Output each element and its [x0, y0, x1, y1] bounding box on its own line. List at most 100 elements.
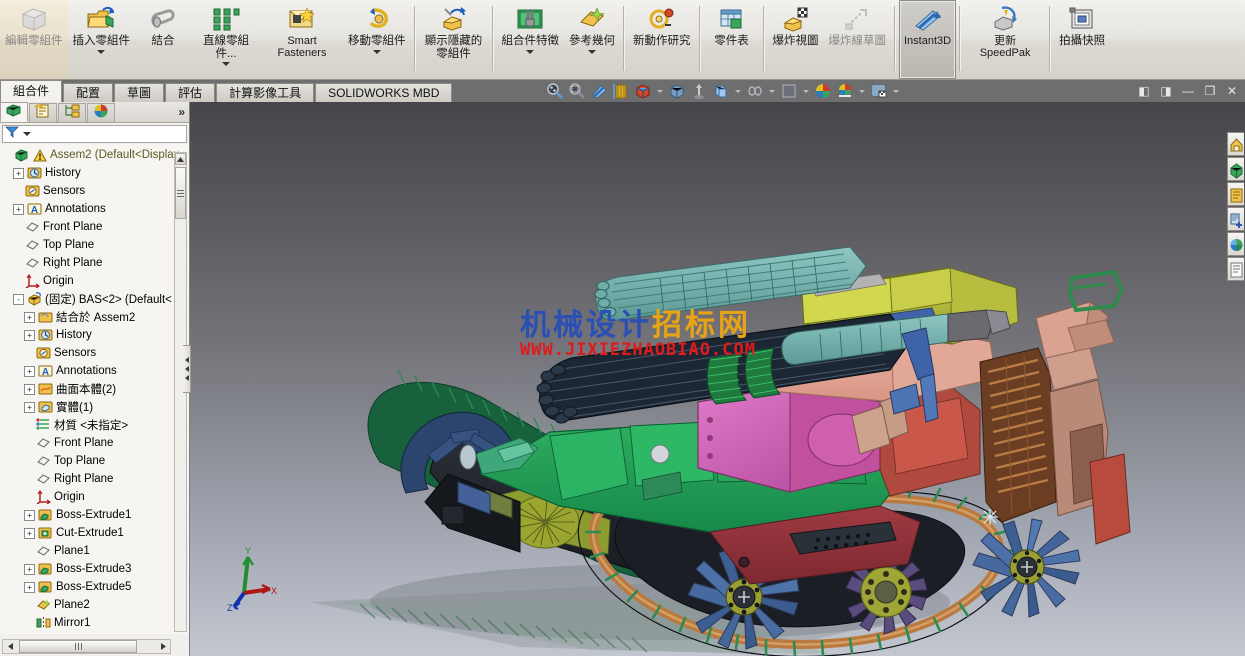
- tree-node[interactable]: Front Plane: [0, 434, 189, 452]
- tree-node[interactable]: + A Annotations: [0, 362, 189, 380]
- appearances-scenes-icon[interactable]: [1227, 232, 1244, 256]
- view-palette-icon[interactable]: [1227, 207, 1244, 231]
- tree-node[interactable]: Sensors: [0, 182, 189, 200]
- feature-tree-filter[interactable]: [2, 125, 187, 143]
- tree-node[interactable]: + 實體(1): [0, 398, 189, 416]
- expand-toggle-icon[interactable]: +: [24, 401, 35, 413]
- dropdown-caret-icon[interactable]: [588, 49, 596, 54]
- tree-node[interactable]: Plane2: [0, 596, 189, 614]
- tree-node[interactable]: + A Annotations: [0, 200, 189, 218]
- scroll-thumb[interactable]: [175, 167, 186, 219]
- dropdown-caret-icon[interactable]: [372, 49, 381, 54]
- tree-node[interactable]: Front Plane: [0, 218, 189, 236]
- tree-node[interactable]: + Boss-Extrude3: [0, 560, 189, 578]
- command-tab-2[interactable]: 草圖: [114, 83, 165, 102]
- tree-node[interactable]: - (固定) BAS<2> (Default<: [0, 290, 189, 308]
- command-tab-1[interactable]: 配置: [63, 83, 114, 102]
- scroll-left-button[interactable]: [3, 640, 17, 653]
- expand-toggle-icon[interactable]: +: [24, 527, 35, 539]
- tree-node[interactable]: 材質 <未指定>: [0, 416, 189, 434]
- solidworks-resources-icon[interactable]: [1227, 132, 1244, 156]
- restore-right-icon[interactable]: ◨: [1157, 82, 1175, 100]
- h-scroll-thumb[interactable]: [19, 640, 137, 653]
- feature-tree[interactable]: Assem2 (Default<Display + History Sensors + A…: [0, 144, 189, 634]
- tree-horizontal-scrollbar[interactable]: [2, 639, 171, 654]
- section-view-icon[interactable]: [611, 81, 631, 101]
- ribbon-button-smart-fasteners[interactable]: Smart Fasteners: [261, 0, 343, 79]
- dropdown-caret-icon[interactable]: [893, 89, 899, 93]
- tree-node[interactable]: Right Plane: [0, 254, 189, 272]
- zoom-to-area-icon[interactable]: [567, 81, 587, 101]
- graphics-viewport[interactable]: 机械设计招标网 WWW.JIXIEZHAOBIAO.COM Y X Z: [190, 102, 1245, 656]
- expand-toggle-icon[interactable]: +: [24, 329, 35, 341]
- expand-toggle-icon[interactable]: +: [24, 509, 35, 521]
- feature-manager-tab[interactable]: [0, 102, 28, 122]
- maximize-icon[interactable]: ❐: [1201, 82, 1219, 100]
- command-tab-3[interactable]: 評估: [165, 83, 216, 102]
- view-orientation-icon[interactable]: [633, 81, 653, 101]
- expand-toggle-icon[interactable]: +: [24, 383, 35, 395]
- scroll-right-button[interactable]: [156, 640, 170, 653]
- expand-toggle-icon[interactable]: +: [13, 203, 24, 215]
- tree-node[interactable]: Origin: [0, 488, 189, 506]
- tree-node[interactable]: Origin: [0, 272, 189, 290]
- scroll-up-button[interactable]: [175, 153, 186, 165]
- minimize-icon[interactable]: —: [1179, 82, 1197, 100]
- tree-node[interactable]: + History: [0, 164, 189, 182]
- previous-view-icon[interactable]: [589, 81, 609, 101]
- expand-toggle-icon[interactable]: +: [24, 563, 35, 575]
- hide-show-items-icon[interactable]: [689, 81, 709, 101]
- ribbon-button-exploded-view[interactable]: 爆炸視圖: [768, 0, 824, 79]
- tree-node[interactable]: + History: [0, 326, 189, 344]
- design-library-icon[interactable]: [1227, 157, 1244, 181]
- apply-scene-icon[interactable]: [745, 81, 765, 101]
- command-tab-4[interactable]: 計算影像工具: [216, 83, 315, 102]
- tree-node[interactable]: Mirror1: [0, 614, 189, 632]
- command-tab-0[interactable]: 組合件: [0, 80, 63, 102]
- ribbon-button-update-speedpak[interactable]: 更新 SpeedPak: [964, 0, 1046, 79]
- expand-toggle-icon[interactable]: +: [24, 581, 35, 593]
- display-manager-tab[interactable]: [87, 103, 115, 122]
- tree-node[interactable]: + Boss-Extrude1: [0, 506, 189, 524]
- ribbon-button-move-component[interactable]: 移動零組件: [343, 0, 411, 79]
- tree-node[interactable]: Assem2 (Default<Display: [0, 146, 189, 164]
- tree-node[interactable]: + 曲面本體(2): [0, 380, 189, 398]
- close-icon[interactable]: ✕: [1223, 82, 1241, 100]
- tree-node[interactable]: + Cut-Extrude1: [0, 524, 189, 542]
- ribbon-button-new-motion-study[interactable]: 新動作研究: [628, 0, 696, 79]
- collapse-toggle-icon[interactable]: -: [13, 293, 24, 305]
- ribbon-button-mate[interactable]: 結合: [135, 0, 191, 79]
- 3d-model-tank-assembly[interactable]: [190, 102, 1245, 656]
- zoom-to-fit-icon[interactable]: [545, 81, 565, 101]
- expand-toggle-icon[interactable]: +: [24, 365, 35, 377]
- tree-node[interactable]: Sensors: [0, 344, 189, 362]
- ribbon-button-insert-component[interactable]: 插入零組件: [68, 0, 136, 79]
- ribbon-button-reference-geometry[interactable]: 參考幾何: [564, 0, 620, 79]
- tree-node[interactable]: Top Plane: [0, 452, 189, 470]
- property-manager-tab[interactable]: [29, 103, 57, 122]
- expand-toggle-icon[interactable]: +: [24, 311, 35, 323]
- view-settings-icon[interactable]: [779, 81, 799, 101]
- dropdown-caret-icon[interactable]: [859, 89, 865, 93]
- dropdown-caret-icon[interactable]: [526, 49, 535, 54]
- dropdown-caret-icon[interactable]: [657, 89, 663, 93]
- custom-properties-icon[interactable]: [1227, 257, 1244, 281]
- ribbon-button-bill-of-materials[interactable]: 零件表: [704, 0, 760, 79]
- ribbon-button-show-hidden-components[interactable]: 顯示隱藏的零組件: [419, 0, 489, 79]
- configuration-manager-tab[interactable]: [58, 103, 86, 122]
- dropdown-caret-icon[interactable]: [97, 49, 106, 54]
- filter-dropdown-caret-icon[interactable]: [23, 132, 31, 136]
- tree-node[interactable]: Right Plane: [0, 470, 189, 488]
- edit-appearance-icon[interactable]: [711, 81, 731, 101]
- dropdown-caret-icon[interactable]: [769, 89, 775, 93]
- tree-node[interactable]: Top Plane: [0, 236, 189, 254]
- dropdown-caret-icon[interactable]: [803, 89, 809, 93]
- tree-node[interactable]: Plane1: [0, 542, 189, 560]
- tree-node[interactable]: + 結合於 Assem2: [0, 308, 189, 326]
- tree-node[interactable]: + Boss-Extrude5: [0, 578, 189, 596]
- panel-collapse-handle[interactable]: [183, 345, 191, 393]
- appearances-icon[interactable]: [813, 81, 833, 101]
- ribbon-button-capture-snapshot[interactable]: 拍攝快照: [1054, 0, 1110, 79]
- dropdown-caret-icon[interactable]: [735, 89, 741, 93]
- restore-left-icon[interactable]: ◧: [1135, 82, 1153, 100]
